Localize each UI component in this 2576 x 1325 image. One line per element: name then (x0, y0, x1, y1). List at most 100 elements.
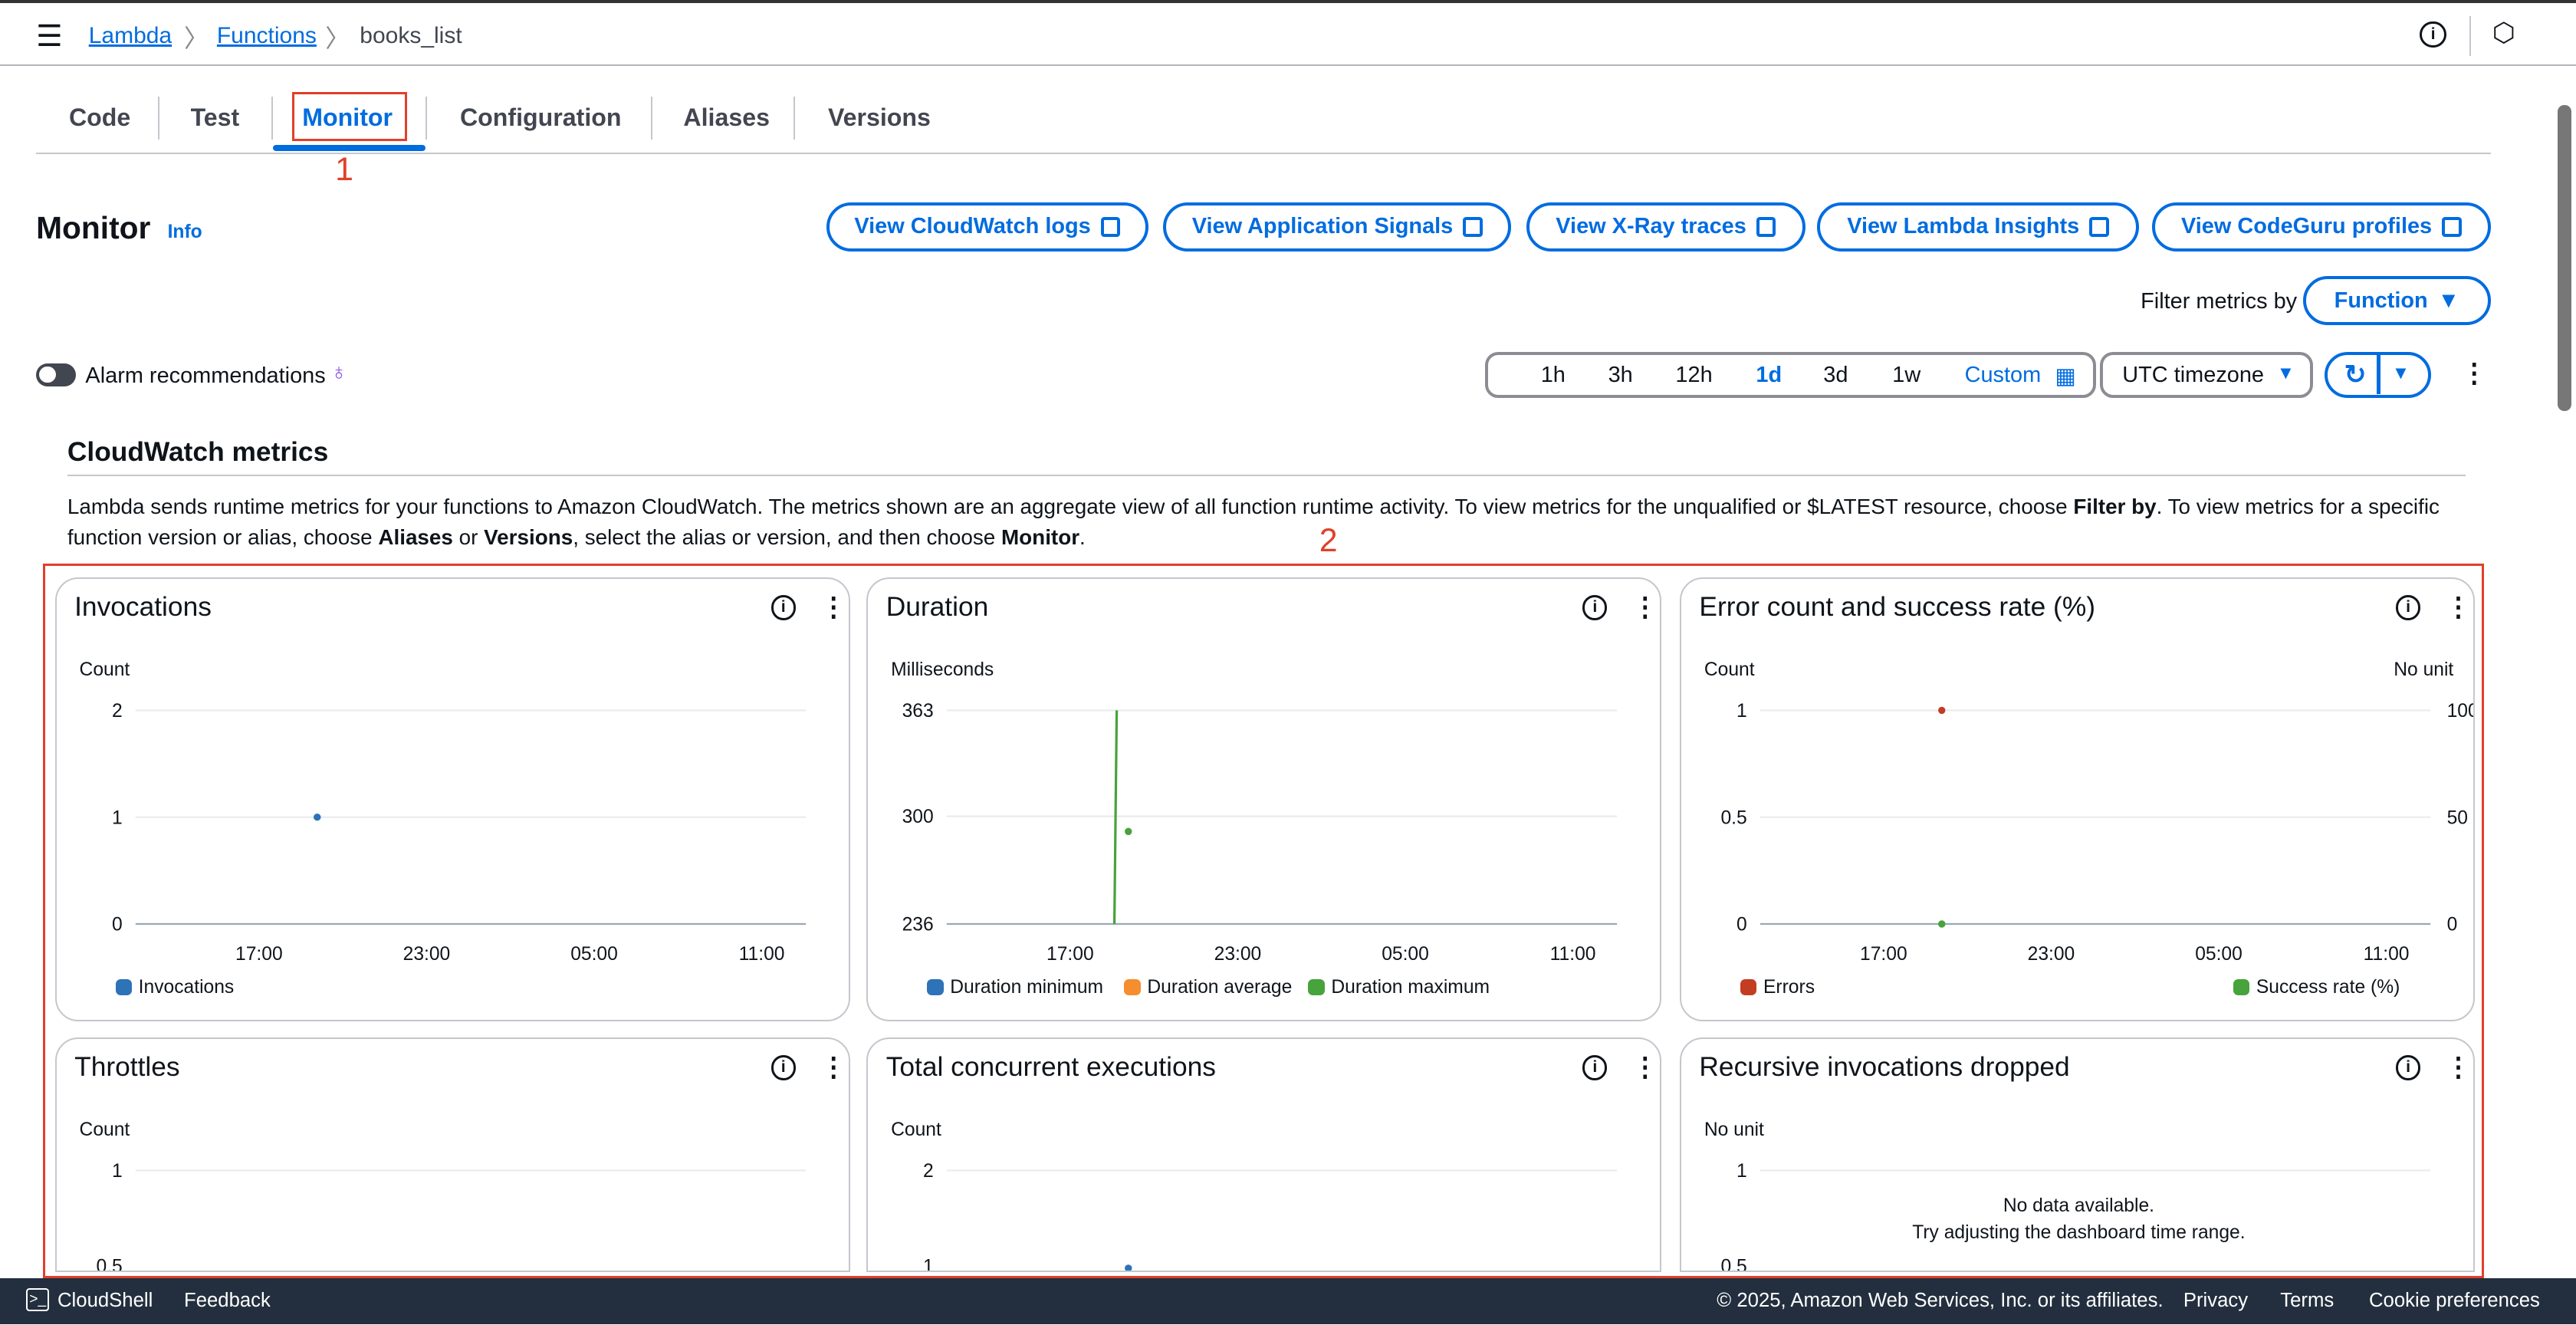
data-point (313, 814, 321, 821)
more-options-icon[interactable]: ⋮ (2461, 358, 2487, 389)
x-tick-label: 11:00 (738, 944, 784, 965)
tab-test[interactable]: Test (191, 104, 240, 132)
cookie-preferences-link[interactable]: Cookie preferences (2369, 1290, 2540, 1312)
caret-down-icon: ▼ (2437, 288, 2460, 313)
breadcrumb-functions[interactable]: Functions (217, 23, 317, 49)
external-link-icon (2089, 216, 2109, 237)
range-1d[interactable]: 1d (1756, 363, 1782, 388)
time-range-selector: 1h 3h 12h 1d 3d 1w Custom ▦ (1485, 351, 2097, 398)
range-12h[interactable]: 12h (1675, 363, 1712, 388)
y-tick-label: 0.5 (1720, 807, 1746, 828)
metric-panel: Duration i ⋮ Milliseconds 236 300 363 17:00 2… (866, 577, 1662, 1021)
view-cloudwatch-logs-button[interactable]: View CloudWatch logs (826, 202, 1148, 252)
legend-item[interactable]: Errors (1740, 977, 1815, 998)
menu-icon[interactable]: ☰ (36, 19, 63, 54)
chart: 12 (923, 1161, 1618, 1272)
view-codeguru-profiles-button[interactable]: View CodeGuru profiles (2152, 202, 2491, 252)
series-line (1113, 710, 1119, 925)
lightbulb-icon[interactable]: ♁ (330, 360, 348, 386)
legend-swatch (1124, 978, 1141, 996)
range-1w[interactable]: 1w (1892, 363, 1921, 388)
y-tick-label: 1 (1737, 701, 1747, 722)
range-1h[interactable]: 1h (1541, 363, 1566, 388)
page-title: Monitor (36, 210, 151, 246)
x-tick-label: 17:00 (235, 944, 283, 965)
view-lambda-insights-button[interactable]: View Lambda Insights (1817, 202, 2139, 252)
legend-swatch (115, 978, 133, 996)
tab-code[interactable]: Code (69, 104, 130, 132)
x-tick-label: 17:00 (1046, 944, 1094, 965)
filter-dropdown[interactable]: Function ▼ (2303, 276, 2491, 326)
cloudshell-link[interactable]: CloudShell (58, 1290, 153, 1312)
metric-panel: Recursive invocations dropped i ⋮ No uni… (1679, 1037, 2475, 1273)
view-application-signals-button[interactable]: View Application Signals (1163, 202, 1512, 252)
legend-swatch (2233, 978, 2250, 996)
external-link-icon (1463, 216, 1483, 237)
y-tick-label: 1 (1737, 1161, 1747, 1182)
tab-aliases[interactable]: Aliases (683, 104, 770, 132)
chart: 236 300 363 17:00 23:00 05:00 11:00 (902, 701, 1618, 965)
external-link-icon (2441, 216, 2462, 237)
legend-item[interactable]: Success rate (%) (2233, 977, 2400, 998)
tab-versions[interactable]: Versions (828, 104, 931, 132)
scrollbar[interactable] (2558, 105, 2571, 411)
section-title: CloudWatch metrics (67, 437, 329, 467)
y-tick-label: 1 (923, 1256, 934, 1272)
terms-link[interactable]: Terms (2280, 1290, 2334, 1312)
legend-item[interactable]: Invocations (115, 977, 234, 998)
x-tick-label: 05:00 (2195, 944, 2242, 965)
legend-item[interactable]: Duration average (1124, 977, 1292, 998)
alarm-toggle[interactable] (36, 363, 76, 386)
settings-icon[interactable]: ⬡ (2492, 18, 2515, 48)
feedback-link[interactable]: Feedback (184, 1290, 271, 1312)
tab-configuration[interactable]: Configuration (460, 104, 622, 132)
active-tab-indicator (272, 144, 426, 152)
chart: 0.51 (96, 1161, 806, 1272)
refresh-icon[interactable]: ↻ (2344, 360, 2367, 390)
x-tick-label: 11:00 (2364, 944, 2410, 965)
view-xray-traces-button[interactable]: View X-Ray traces (1526, 202, 1806, 252)
y2-tick-label: 0 (2446, 915, 2457, 935)
range-3d[interactable]: 3d (1823, 363, 1848, 388)
y-tick-label: 300 (902, 807, 934, 827)
timezone-dropdown[interactable]: UTC timezone ▼ (2099, 351, 2314, 398)
footer: >_ CloudShell Feedback © 2025, Amazon We… (0, 1278, 2576, 1325)
y-tick-label: 0.5 (96, 1256, 122, 1272)
tab-bar: Code Test Monitor Configuration Aliases … (36, 92, 2491, 155)
legend-item[interactable]: Duration maximum (1308, 977, 1490, 998)
divider (67, 475, 2466, 477)
range-3h[interactable]: 3h (1608, 363, 1633, 388)
range-custom[interactable]: Custom (1965, 363, 2042, 388)
y2-tick-label: 50 (2446, 807, 2467, 828)
data-point (1937, 706, 1946, 715)
y-tick-label: 0 (1737, 915, 1747, 935)
y-tick-label: 363 (902, 701, 934, 722)
y2-tick-label: 100 (2446, 701, 2475, 722)
external-link-icon (1100, 216, 1121, 237)
divider (2469, 16, 2471, 56)
terminal-icon[interactable]: >_ (26, 1287, 50, 1311)
metric-panel: Error count and success rate (%) i ⋮ Cou… (1679, 577, 2475, 1021)
data-point (1125, 827, 1132, 836)
refresh-options-caret-icon[interactable]: ▼ (2392, 363, 2410, 383)
info-icon[interactable]: i (2420, 21, 2446, 48)
metrics-grid: Invocations i ⋮ Count 0 1 2 17:00 23:00 05:00 1… (42, 564, 2484, 1279)
top-bar: ☰ Lambda 〉 Functions 〉 books_list i ⬡ (0, 0, 2576, 66)
y-tick-label: 0.5 (1720, 1256, 1746, 1272)
section-description: Lambda sends runtime metrics for your fu… (67, 494, 2440, 550)
y-tick-label: 2 (112, 701, 123, 722)
legend-item[interactable]: Duration minimum (927, 977, 1103, 998)
x-tick-label: 23:00 (1214, 944, 1262, 965)
annotation-label: 1 (335, 151, 353, 189)
caret-down-icon: ▼ (2276, 363, 2295, 383)
breadcrumb-lambda[interactable]: Lambda (89, 23, 172, 49)
x-tick-label: 17:00 (1860, 944, 1907, 965)
chevron-right-icon: 〉 (325, 25, 350, 53)
filter-label: Filter metrics by (2141, 289, 2298, 314)
alarm-label: Alarm recommendations (85, 363, 326, 388)
info-link[interactable]: Info (168, 222, 202, 243)
chart: 0 0 0.5 50 1 100 17:00 23:00 05:00 11:00 (1720, 701, 2475, 965)
y-tick-label: 236 (902, 915, 934, 935)
privacy-link[interactable]: Privacy (2183, 1290, 2248, 1312)
calendar-icon[interactable]: ▦ (2055, 363, 2075, 390)
